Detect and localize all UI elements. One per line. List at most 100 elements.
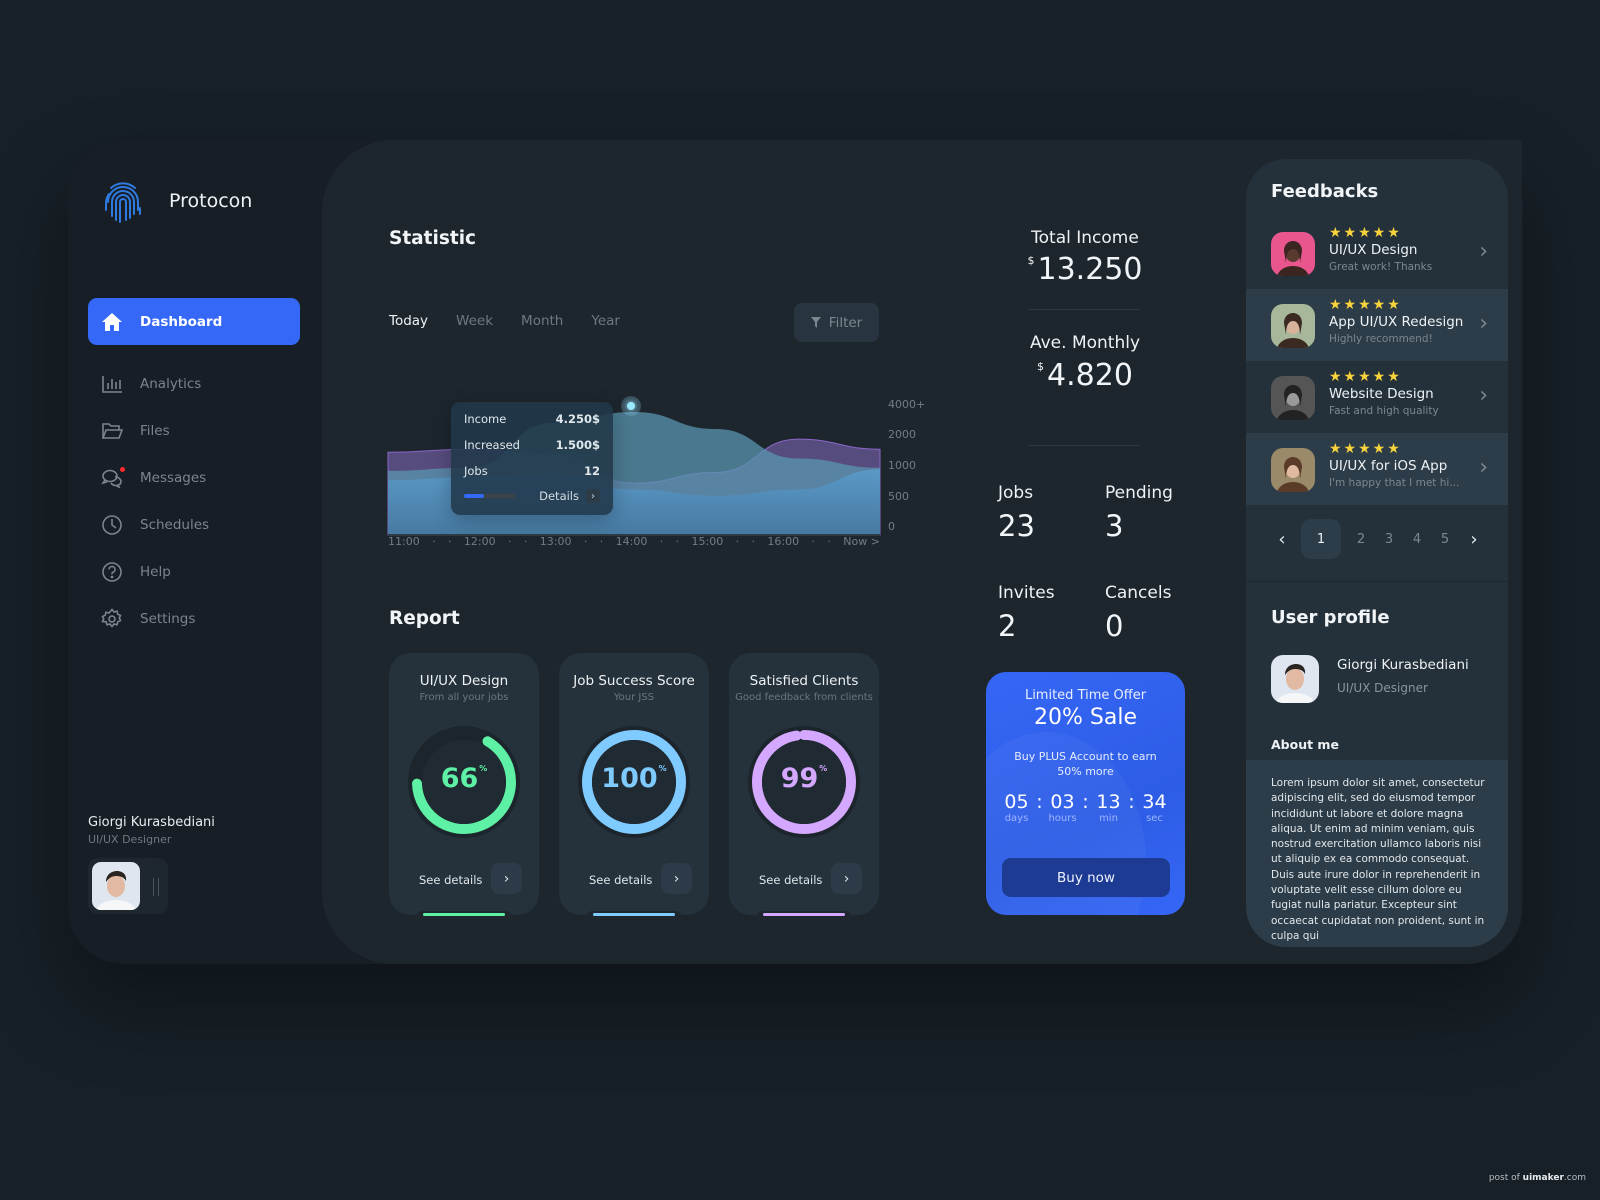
see-details-link[interactable]: See details — [419, 873, 482, 887]
sidebar-item-messages[interactable]: Messages — [88, 454, 300, 501]
report-card-subtitle: Your JSS — [613, 692, 655, 703]
chevron-right-icon[interactable]: › — [661, 863, 692, 894]
countdown-unit: days — [1004, 813, 1029, 824]
divider — [1246, 581, 1508, 582]
countdown-timer: 05 days : 03 hours : 13 min : 34 sec — [1004, 791, 1167, 824]
chevron-left-icon[interactable]: ‹ — [1271, 529, 1293, 550]
limited-offer-card: Limited Time Offer 20% Sale Buy PLUS Acc… — [986, 672, 1185, 915]
page-1[interactable]: 1 — [1301, 519, 1341, 559]
sidebar-user-name: Giorgi Kurasbediani — [88, 815, 215, 830]
chevron-right-icon[interactable]: › — [1479, 455, 1488, 480]
sidebar-user-card[interactable] — [88, 858, 168, 914]
drag-handle[interactable] — [153, 878, 159, 896]
feedback-comment: Highly recommend! — [1329, 333, 1433, 345]
x-tick-label: · — [523, 535, 528, 548]
sidebar-item-files[interactable]: Files — [88, 407, 300, 454]
x-tick-label: · — [599, 535, 604, 548]
sidebar-item-label: Messages — [140, 469, 207, 486]
countdown-minutes: 13 — [1096, 791, 1121, 813]
stat-jobs-label: Jobs — [998, 483, 1034, 503]
x-tick-label: · — [735, 535, 740, 548]
countdown-unit: min — [1099, 813, 1118, 824]
feedback-item[interactable]: ★★★★★ App UI/UX Redesign Highly recommen… — [1246, 289, 1508, 361]
bar-chart-icon — [100, 372, 124, 396]
report-card-subtitle: Good feedback from clients — [735, 692, 873, 703]
page-5[interactable]: 5 — [1431, 532, 1459, 547]
page-2[interactable]: 2 — [1347, 532, 1375, 547]
rating-stars: ★★★★★ — [1329, 369, 1402, 385]
sidebar-item-settings[interactable]: Settings — [88, 595, 300, 642]
sidebar-item-schedules[interactable]: Schedules — [88, 501, 300, 548]
chevron-right-icon[interactable]: › — [1479, 311, 1488, 336]
percent-sign: % — [658, 764, 667, 773]
rating-stars: ★★★★★ — [1329, 441, 1402, 457]
statistic-title: Statistic — [389, 228, 476, 249]
avatar — [1271, 376, 1315, 420]
avg-monthly-amount: 4.820 — [1047, 358, 1133, 393]
credit-brand: uimaker — [1522, 1173, 1564, 1183]
countdown-unit: sec — [1146, 813, 1163, 824]
x-tick-label: · — [827, 535, 831, 548]
x-tick-label: 15:00 — [691, 535, 724, 548]
x-tick-label: · — [507, 535, 512, 548]
tooltip-row-jobs: Jobs 12 — [464, 464, 600, 490]
buy-now-button[interactable]: Buy now — [1002, 858, 1170, 897]
credit-suffix: .com — [1563, 1173, 1586, 1183]
report-title: Report — [389, 608, 460, 629]
chat-bubbles-icon — [100, 466, 125, 490]
feedback-comment: I'm happy that I met hi... — [1329, 477, 1460, 489]
filter-button[interactable]: Filter — [794, 303, 879, 342]
sidebar-item-help[interactable]: Help — [88, 548, 300, 595]
tab-week[interactable]: Week — [456, 313, 493, 329]
report-card-title: Satisfied Clients — [749, 673, 859, 689]
feedback-item[interactable]: ★★★★★ Website Design Fast and high quali… — [1246, 361, 1508, 433]
total-income-label: Total Income — [1031, 228, 1139, 248]
x-tick-label: 11:00 — [388, 535, 420, 548]
sidebar-item-analytics[interactable]: Analytics — [88, 360, 300, 407]
avatar — [1271, 655, 1319, 703]
chart-highlight-point[interactable] — [621, 396, 641, 416]
see-details-link[interactable]: See details — [589, 873, 652, 887]
see-details-link[interactable]: See details — [759, 873, 822, 887]
sidebar-item-label: Dashboard — [140, 313, 223, 330]
avatar — [1271, 304, 1315, 348]
page-3[interactable]: 3 — [1375, 532, 1403, 547]
clock-icon — [100, 513, 124, 537]
chart-tooltip: Income 4.250$ Increased 1.500$ Jobs 12 Deta… — [451, 402, 613, 515]
about-me-title: About me — [1271, 737, 1339, 752]
chevron-right-icon[interactable]: › — [831, 863, 862, 894]
x-tick-label: · — [659, 535, 664, 548]
right-panel: Feedbacks ★★★★★ UI/UX Design Great work!… — [1246, 159, 1508, 947]
percent-value: 66 — [440, 763, 479, 794]
tooltip-details-link[interactable]: Details › — [539, 489, 600, 503]
notification-dot — [120, 466, 125, 472]
chevron-right-icon[interactable]: › — [1479, 383, 1488, 408]
tab-month[interactable]: Month — [521, 313, 563, 329]
page-4[interactable]: 4 — [1403, 532, 1431, 547]
feedback-pagination: ‹ 1 2 3 4 5 › — [1271, 519, 1491, 559]
tab-year[interactable]: Year — [591, 313, 620, 329]
y-tick-label: 1000 — [888, 459, 916, 472]
x-tick-label: · — [432, 535, 436, 548]
chevron-right-icon[interactable]: › — [1463, 529, 1485, 550]
user-profile-title: User profile — [1271, 607, 1390, 628]
percent-sign: % — [819, 764, 828, 773]
feedback-item[interactable]: ★★★★★ UI/UX Design Great work! Thanks › — [1246, 217, 1508, 289]
user-name: Giorgi Kurasbediani — [1337, 657, 1469, 673]
sidebar-item-dashboard[interactable]: Dashboard — [88, 298, 300, 345]
x-tick-label: · — [811, 535, 815, 548]
tooltip-progress-fill — [464, 494, 485, 498]
percent-sign: % — [479, 764, 488, 773]
percent-value: 100 — [601, 763, 658, 794]
feedback-item[interactable]: ★★★★★ UI/UX for iOS App I'm happy that I… — [1246, 433, 1508, 505]
chevron-right-icon[interactable]: › — [1479, 239, 1488, 264]
folder-open-icon — [100, 419, 124, 443]
tab-today[interactable]: Today — [389, 313, 428, 329]
feedback-title: App UI/UX Redesign — [1329, 314, 1464, 330]
rating-stars: ★★★★★ — [1329, 297, 1402, 313]
offer-eyebrow: Limited Time Offer — [1024, 688, 1147, 703]
x-tick-label: · — [751, 535, 755, 548]
chevron-right-icon[interactable]: › — [491, 863, 522, 894]
card-accent-line — [763, 913, 845, 916]
sidebar-item-label: Help — [140, 563, 171, 580]
